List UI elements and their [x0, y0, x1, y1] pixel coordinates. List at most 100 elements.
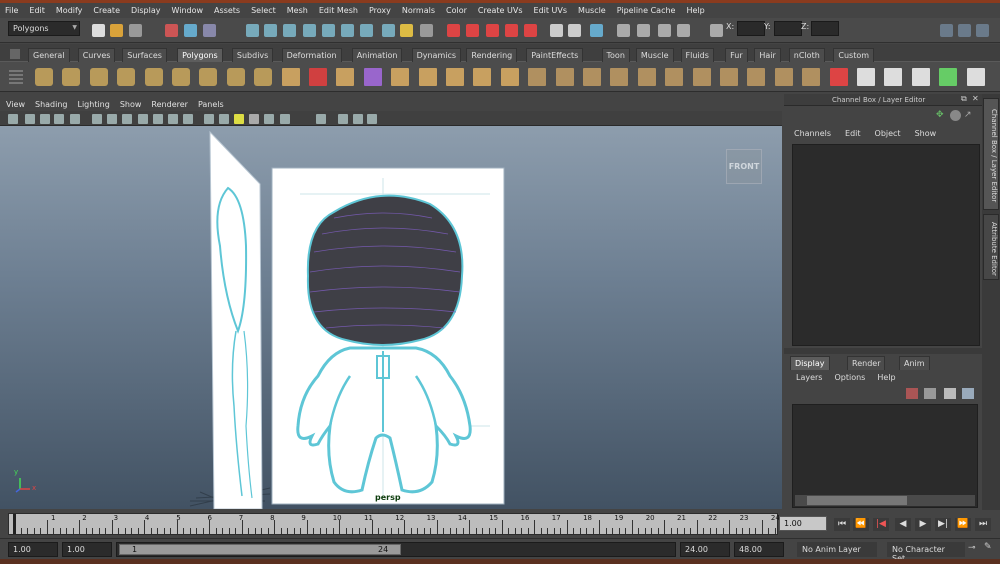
field-chart-icon[interactable]	[153, 114, 163, 124]
lock-3-icon[interactable]	[486, 24, 499, 37]
lock-camera-icon[interactable]	[25, 114, 35, 124]
shelf-tab-painteffects[interactable]: PaintEffects	[526, 48, 584, 62]
shelf-tab-animation[interactable]: Animation	[351, 48, 403, 62]
shelf-tab-hair[interactable]: Hair	[754, 48, 781, 62]
channel-box-toggle-icon[interactable]	[958, 24, 971, 37]
magnet-icon[interactable]	[505, 24, 518, 37]
menu-normals[interactable]: Normals	[402, 6, 435, 15]
animation-start-field[interactable]: 1.00	[8, 542, 58, 557]
shelf-tab-rendering[interactable]: Rendering	[466, 48, 518, 62]
side-tab-attribute-editor[interactable]: Attribute Editor	[983, 214, 999, 280]
shelf-menu-icon[interactable]	[10, 49, 20, 59]
shelf-tab-fur[interactable]: Fur	[725, 48, 748, 62]
side-tab-channel-box[interactable]: Channel Box / Layer Editor	[983, 98, 999, 210]
shelf-tab-curves[interactable]: Curves	[77, 48, 116, 62]
play-backward-button[interactable]: ◀	[895, 518, 911, 531]
help-icon[interactable]	[360, 24, 373, 37]
viewport-persp[interactable]: FRONT y x persp	[0, 126, 782, 509]
select-object-icon[interactable]	[184, 24, 197, 37]
script-editor-icon[interactable]	[677, 24, 690, 37]
layer-tab-display[interactable]: Display	[790, 356, 830, 370]
transfer-icon[interactable]	[446, 68, 464, 86]
new-scene-icon[interactable]	[92, 24, 105, 37]
menu-create[interactable]: Create	[93, 6, 120, 15]
menu-assets[interactable]: Assets	[214, 6, 240, 15]
shelf-tab-deformation[interactable]: Deformation	[281, 48, 342, 62]
reduce-icon[interactable]	[500, 68, 519, 86]
xray-components-icon[interactable]	[367, 114, 377, 124]
smooth-icon[interactable]	[363, 68, 382, 86]
bevel-icon[interactable]	[747, 68, 766, 86]
render-settings-icon[interactable]	[420, 24, 433, 37]
gate-mask-icon[interactable]	[138, 114, 148, 124]
menu-muscle[interactable]: Muscle	[578, 6, 606, 15]
snap-point-icon[interactable]	[283, 24, 296, 37]
menu-edit[interactable]: Edit	[29, 6, 45, 15]
shelf-tab-general[interactable]: General	[28, 48, 70, 62]
two-d-pan-icon[interactable]	[70, 114, 80, 124]
textured-icon[interactable]	[234, 114, 244, 124]
extract-icon[interactable]	[336, 68, 355, 86]
panel-splitter[interactable]	[784, 348, 982, 354]
bookmarks-icon[interactable]	[40, 114, 50, 124]
snap-grid-icon[interactable]	[246, 24, 259, 37]
ipr-render-icon[interactable]	[617, 24, 630, 37]
wireframe-icon[interactable]	[204, 114, 214, 124]
float-icon[interactable]: ⧉	[961, 94, 967, 104]
layer-options-icon[interactable]	[962, 388, 974, 399]
separate-icon[interactable]	[309, 68, 327, 86]
high-quality-icon[interactable]	[280, 114, 290, 124]
create-polygon-icon[interactable]	[528, 68, 547, 86]
anim-layer-dropdown[interactable]: No Anim Layer	[797, 542, 877, 557]
combine-icon[interactable]	[281, 68, 300, 86]
menu-select[interactable]: Select	[251, 6, 276, 15]
channel-box-list[interactable]	[792, 144, 980, 346]
snap-curve-icon[interactable]	[264, 24, 277, 37]
poly-cube-icon[interactable]	[62, 68, 81, 86]
extrude-icon[interactable]	[692, 68, 711, 86]
layer-tab-anim[interactable]: Anim	[899, 356, 930, 370]
go-to-end-button[interactable]: ⏭	[975, 518, 991, 531]
viewport-menu-shading[interactable]: Shading	[35, 100, 68, 109]
viewport-menu-view[interactable]: View	[6, 100, 25, 109]
input-icon[interactable]	[550, 24, 563, 37]
menu-help[interactable]: Help	[686, 6, 704, 15]
channel-box-menu-show[interactable]: Show	[915, 129, 937, 138]
menu-window[interactable]: Window	[172, 6, 204, 15]
image-plane-icon[interactable]	[54, 114, 64, 124]
render-icon[interactable]	[382, 24, 395, 37]
current-frame-field[interactable]: 1.00	[779, 516, 827, 531]
film-gate-icon[interactable]	[107, 114, 117, 124]
poly-helix-icon[interactable]	[254, 68, 273, 86]
menu-set-dropdown[interactable]: Polygons ▼	[8, 21, 80, 36]
menu-color[interactable]: Color	[446, 6, 467, 15]
lock-icon[interactable]	[447, 24, 460, 37]
close-icon[interactable]: ✕	[972, 94, 979, 103]
shelf-tab-toon[interactable]: Toon	[601, 48, 630, 62]
ipr-icon[interactable]	[400, 24, 413, 37]
menu-display[interactable]: Display	[131, 6, 161, 15]
boolean-icon[interactable]	[391, 68, 410, 86]
uv-planar-icon[interactable]	[857, 68, 875, 86]
key-set-icon[interactable]: ⊸	[968, 543, 976, 553]
channel-box-menu-channels[interactable]: Channels	[794, 129, 831, 138]
grid-icon[interactable]	[92, 114, 102, 124]
shelf-tab-surfaces[interactable]: Surfaces	[122, 48, 167, 62]
playback-start-field[interactable]: 1.00	[62, 542, 112, 557]
merge-icon[interactable]	[774, 68, 793, 86]
fill-hole-icon[interactable]	[473, 68, 492, 86]
uv-automatic-icon[interactable]	[939, 68, 958, 86]
lock-2-icon[interactable]	[466, 24, 479, 37]
collapse-icon[interactable]	[802, 68, 821, 86]
uv-cylindrical-icon[interactable]	[884, 68, 903, 86]
average-vertices-icon[interactable]	[418, 68, 437, 86]
shelf-options-icon[interactable]	[9, 70, 23, 86]
new-layer-selected-icon[interactable]	[944, 388, 956, 399]
menu-create-uvs[interactable]: Create UVs	[478, 6, 523, 15]
new-layer-icon[interactable]	[924, 388, 936, 399]
panel-layout-icon[interactable]	[940, 24, 953, 37]
character-set-dropdown[interactable]: No Character Set	[887, 542, 965, 563]
preferences-icon[interactable]: ✎	[984, 542, 992, 552]
isolate-select-icon[interactable]	[316, 114, 326, 124]
menu-modify[interactable]: Modify	[56, 6, 83, 15]
